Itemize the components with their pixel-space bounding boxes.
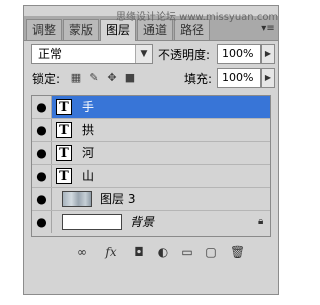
new-layer-icon[interactable]: ▢ — [204, 245, 218, 259]
layer-row[interactable]: ● 图层 3 — [32, 188, 270, 211]
layers-list: ● T 手 ● T 拱 ● T 河 ● T 山 ● 图层 3 ● 背景 🔒︎ — [31, 95, 271, 237]
lock-icon: 🔒︎ — [258, 216, 264, 227]
adjustment-layer-icon[interactable]: ◐ — [156, 245, 170, 259]
lock-all-icon[interactable]: ■ — [124, 72, 136, 84]
panel-footer: ∞ fx ◘ ◐ ▭ ▢ 🗑︎ — [24, 242, 278, 264]
layer-row[interactable]: ● 背景 🔒︎ — [32, 211, 270, 234]
fill-field[interactable]: 100% — [217, 68, 261, 88]
panel-menu-icon[interactable]: ▾≡ — [261, 23, 275, 35]
layer-thumbnail — [62, 191, 92, 207]
lock-label: 锁定: — [32, 72, 61, 86]
layer-name: 背景 — [130, 215, 155, 229]
layer-thumbnail — [62, 214, 122, 230]
eye-icon[interactable]: ● — [32, 119, 52, 141]
tab-adjustments[interactable]: 调整 — [26, 19, 62, 40]
opacity-field[interactable]: 100% — [217, 44, 261, 64]
fill-slider-button[interactable]: ▶ — [261, 68, 275, 88]
text-layer-icon: T — [56, 122, 72, 138]
eye-icon[interactable]: ● — [32, 188, 52, 210]
delete-layer-icon[interactable]: 🗑︎ — [230, 245, 245, 259]
link-layers-icon[interactable]: ∞ — [74, 245, 90, 259]
layer-name: 拱 — [82, 123, 95, 137]
lock-position-icon[interactable]: ✥ — [106, 72, 118, 84]
text-layer-icon: T — [56, 145, 72, 161]
add-mask-icon[interactable]: ◘ — [132, 245, 146, 259]
layer-row[interactable]: ● T 拱 — [32, 119, 270, 142]
opacity-slider-button[interactable]: ▶ — [261, 44, 275, 64]
text-layer-icon: T — [56, 168, 72, 184]
layer-row[interactable]: ● T 手 — [32, 96, 270, 119]
blend-mode-value: 正常 — [38, 47, 63, 61]
new-group-icon[interactable]: ▭ — [180, 245, 194, 259]
fill-label: 填充: — [184, 72, 213, 86]
layer-name: 手 — [82, 100, 95, 114]
layer-name: 山 — [82, 169, 95, 183]
lock-transparency-icon[interactable]: ▦ — [70, 72, 82, 84]
watermark-text: 思缘设计论坛 www.missyuan.com — [116, 12, 279, 23]
eye-icon[interactable]: ● — [32, 142, 52, 164]
chevron-down-icon[interactable]: ▼ — [135, 45, 152, 63]
layer-name: 图层 3 — [100, 192, 136, 206]
layer-row[interactable]: ● T 山 — [32, 165, 270, 188]
layer-name: 河 — [82, 146, 95, 160]
text-layer-icon: T — [56, 99, 72, 115]
lock-pixels-icon[interactable]: ✎ — [88, 72, 100, 84]
eye-icon[interactable]: ● — [32, 165, 52, 187]
blend-mode-select[interactable]: 正常 ▼ — [31, 44, 153, 64]
layer-style-icon[interactable]: fx — [102, 245, 120, 259]
layers-panel: 调整 蒙版 图层 通道 路径 ▾≡ 思缘设计论坛 www.missyuan.co… — [23, 5, 279, 295]
eye-icon[interactable]: ● — [32, 211, 52, 233]
eye-icon[interactable]: ● — [32, 96, 52, 118]
opacity-label: 不透明度: — [158, 48, 211, 62]
layer-row[interactable]: ● T 河 — [32, 142, 270, 165]
tab-masks[interactable]: 蒙版 — [63, 19, 99, 40]
